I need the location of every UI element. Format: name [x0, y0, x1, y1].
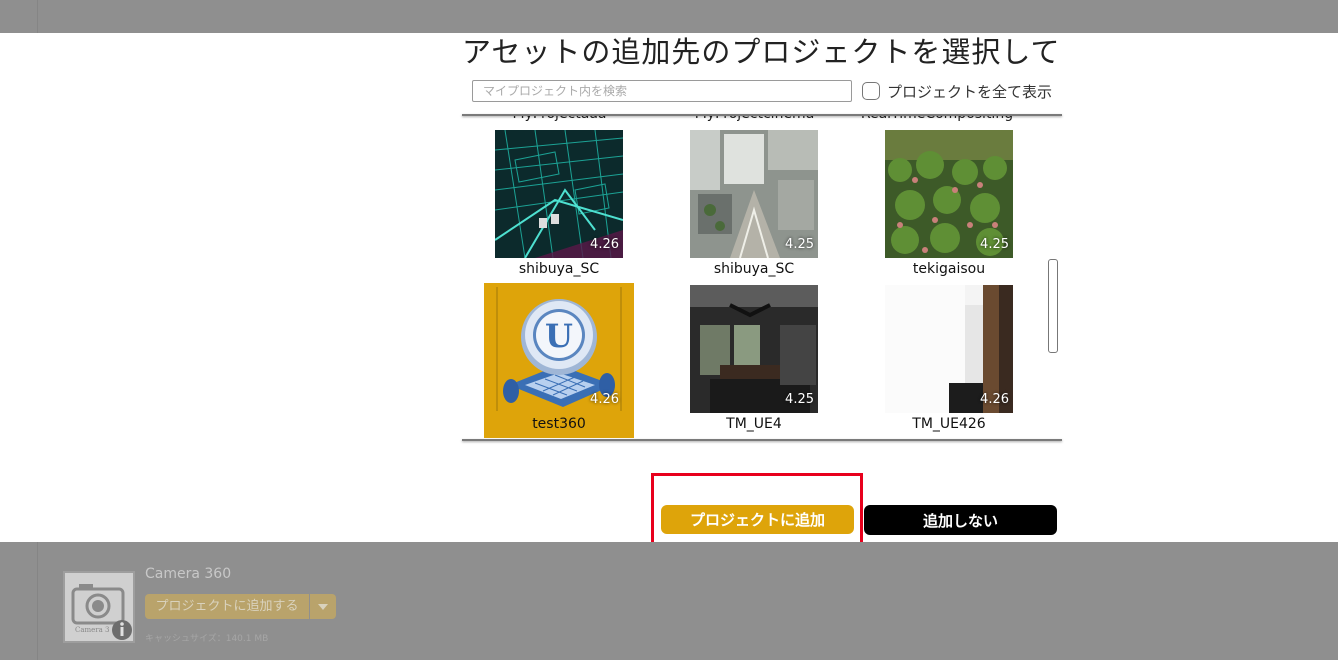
asset-icon-caption: Camera 3	[75, 626, 110, 634]
show-all-projects-toggle[interactable]: プロジェクトを全て表示	[862, 80, 1052, 102]
project-thumbnail: 4.26	[495, 130, 623, 258]
project-grid[interactable]: MyProjectaaa MyProjectcinema RealTimeCom…	[462, 114, 1062, 441]
show-all-label: プロジェクトを全て表示	[887, 82, 1053, 101]
project-thumbnail: 4.25	[885, 130, 1013, 258]
project-tile[interactable]: 4.25 shibuya_SC	[679, 128, 829, 283]
engine-version: 4.26	[590, 392, 619, 407]
project-tile-selected[interactable]: U 4.26 test360	[484, 283, 634, 438]
asset-thumbnail[interactable]: Camera 3	[63, 571, 135, 643]
project-tile[interactable]: 4.26 shibuya_SC	[484, 128, 634, 283]
engine-version: 4.25	[785, 237, 814, 252]
engine-version: 4.25	[980, 237, 1009, 252]
do-not-add-button[interactable]: 追加しない	[864, 505, 1057, 535]
grid-bottom-edge	[462, 439, 1062, 441]
svg-text:U: U	[545, 317, 573, 355]
footer-divider	[37, 542, 38, 660]
engine-version: 4.25	[785, 392, 814, 407]
asset-cache-size: キャッシュサイズ：140.1 MB	[145, 634, 269, 644]
grid-scrollbar[interactable]	[1048, 259, 1058, 353]
project-name: shibuya_SC	[713, 261, 795, 277]
project-thumbnail: U 4.26	[495, 285, 623, 413]
grid-top-edge	[462, 114, 1062, 116]
dialog-title: アセットの追加先のプロジェクトを選択してください	[462, 35, 1062, 69]
project-tile[interactable]: 4.25 tekigaisou	[874, 128, 1024, 283]
engine-version: 4.26	[590, 237, 619, 252]
show-all-checkbox[interactable]	[862, 82, 880, 100]
project-tile[interactable]: 4.25 TM_UE4	[679, 283, 829, 438]
top-bar-divider	[37, 0, 38, 33]
asset-add-to-project-button[interactable]: プロジェクトに追加する	[145, 594, 309, 619]
project-name: test360	[532, 416, 586, 432]
add-to-project-button[interactable]: プロジェクトに追加	[661, 505, 854, 534]
project-tile[interactable]: 4.26 TM_UE426	[874, 283, 1024, 438]
project-thumbnail: 4.26	[885, 285, 1013, 413]
top-bar	[0, 0, 1338, 33]
project-name: tekigaisou	[912, 261, 986, 277]
chevron-down-icon	[318, 603, 328, 610]
project-thumbnail: 4.25	[690, 130, 818, 258]
project-name: TM_UE426	[912, 416, 986, 432]
asset-name: Camera 360	[145, 566, 232, 582]
engine-version: 4.26	[980, 392, 1009, 407]
asset-add-dropdown[interactable]	[310, 594, 336, 619]
project-thumbnail: 4.25	[690, 285, 818, 413]
project-name: TM_UE4	[726, 416, 782, 432]
project-search-input[interactable]	[472, 80, 852, 102]
project-name: shibuya_SC	[518, 261, 600, 277]
